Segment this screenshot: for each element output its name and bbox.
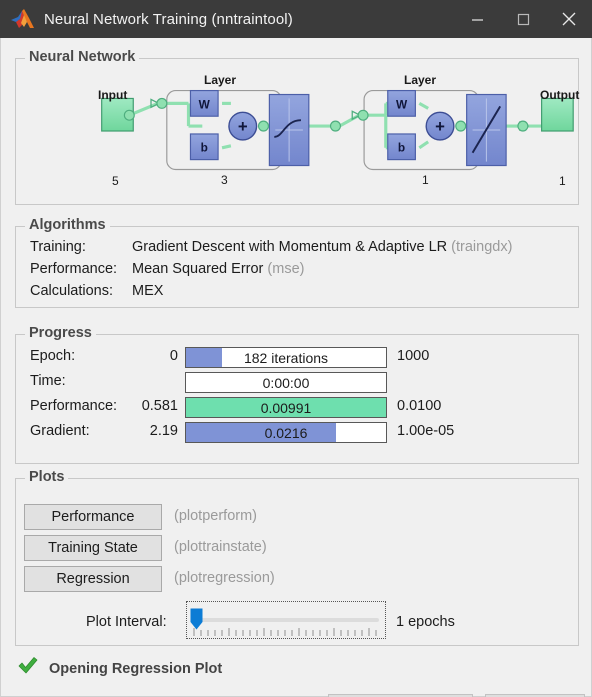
training-function-name: (traingdx) [451,239,513,255]
gradient-progress-bar: 0.0216 [185,422,387,443]
progress-row-time: Time: 0:00:00 [16,372,578,394]
plots-group-title: Plots [25,469,69,485]
maximize-button[interactable] [500,0,546,38]
input-size: 5 [112,174,119,188]
layer-1-size: 3 [221,173,228,187]
training-value-text: Gradient Descent with Momentum & Adaptiv… [132,239,448,255]
calculations-value: MEX [132,283,164,299]
performance-value-text: Mean Squared Error [132,261,264,277]
svg-text:W: W [199,97,211,111]
training-state-plot-function: (plottrainstate) [174,539,267,555]
slider-ticks [193,628,377,636]
performance-plot-function: (plotperform) [174,508,257,524]
svg-text:b: b [398,141,405,155]
close-button[interactable] [546,0,592,38]
plot-interval-label: Plot Interval: [86,614,167,630]
progress-group: Progress Epoch: 0 182 iterations 1000 Ti… [15,325,579,464]
gradient-left-value: 2.19 [149,423,178,439]
window-controls [454,0,592,38]
time-bar-text: 0:00:00 [262,374,310,391]
slider-track [193,618,379,622]
performance-value: Mean Squared Error (mse) [132,261,304,277]
performance-plot-button[interactable]: Performance [24,504,162,530]
epoch-bar-text: 182 iterations [243,349,329,366]
performance-bar-text: 0.00991 [260,399,312,416]
epoch-left-value: 0 [169,348,178,364]
plot-interval-value: 1 epochs [396,614,455,630]
svg-text:b: b [201,141,208,155]
training-value: Gradient Descent with Momentum & Adaptiv… [132,239,512,255]
minimize-button[interactable] [454,0,500,38]
svg-text:+: + [238,117,248,136]
calculations-label: Calculations: [30,283,114,299]
training-state-plot-button[interactable]: Training State [24,535,162,561]
progress-row-epoch: Epoch: 0 182 iterations 1000 [16,347,578,369]
regression-plot-function: (plotregression) [174,570,275,586]
time-label: Time: [30,373,66,389]
progress-row-gradient: Gradient: 2.19 0.0216 1.00e-05 [16,422,578,444]
matlab-membrane-icon [10,8,36,30]
layer-2-size: 1 [422,173,429,187]
neural-network-group: Neural Network W b + W b + Input 5 Outpu… [15,49,580,205]
output-label: Output [540,88,580,102]
gradient-right-value: 1.00e-05 [397,423,455,439]
client-area: Neural Network W b + W b + Input 5 Outpu… [0,38,592,697]
training-label: Training: [30,239,86,255]
svg-text:W: W [396,97,408,111]
regression-plot-button[interactable]: Regression [24,566,162,592]
algorithms-group: Algorithms Training: Gradient Descent wi… [15,217,579,308]
performance-progress-bar: 0.00991 [185,397,387,418]
algorithms-group-title: Algorithms [25,217,110,233]
title-bar: Neural Network Training (nntraintool) [0,0,592,38]
progress-row-performance: Performance: 0.581 0.00991 0.0100 [16,397,578,419]
svg-text:+: + [435,117,445,136]
input-label: Input [98,88,128,102]
network-diagram: W b + W b + [101,89,574,171]
slider-thumb[interactable] [190,608,203,630]
performance-right-value: 0.0100 [397,398,442,414]
epoch-progress-bar: 182 iterations [185,347,387,368]
epoch-label: Epoch: [30,348,76,364]
gradient-label: Gradient: [30,423,90,439]
performance-left-value: 0.581 [141,398,178,414]
status-row: Opening Regression Plot [17,656,222,681]
plot-interval-slider[interactable] [186,601,386,639]
gradient-bar-text: 0.0216 [264,424,308,441]
layer-2-caption: Layer [404,73,437,87]
window-title: Neural Network Training (nntraintool) [44,10,293,28]
nntraintool-window: Neural Network Training (nntraintool) Ne… [0,0,592,697]
epoch-right-value: 1000 [397,348,430,364]
progress-group-title: Progress [25,325,96,341]
status-message: Opening Regression Plot [49,660,223,677]
performance-function-name: (mse) [267,261,305,277]
green-check-icon [17,656,39,681]
output-size: 1 [559,174,566,188]
layer-1-caption: Layer [204,73,237,87]
plots-group: Plots Performance (plotperform) Training… [15,469,579,646]
performance-label: Performance: [30,261,118,277]
time-progress-bar: 0:00:00 [185,372,387,393]
